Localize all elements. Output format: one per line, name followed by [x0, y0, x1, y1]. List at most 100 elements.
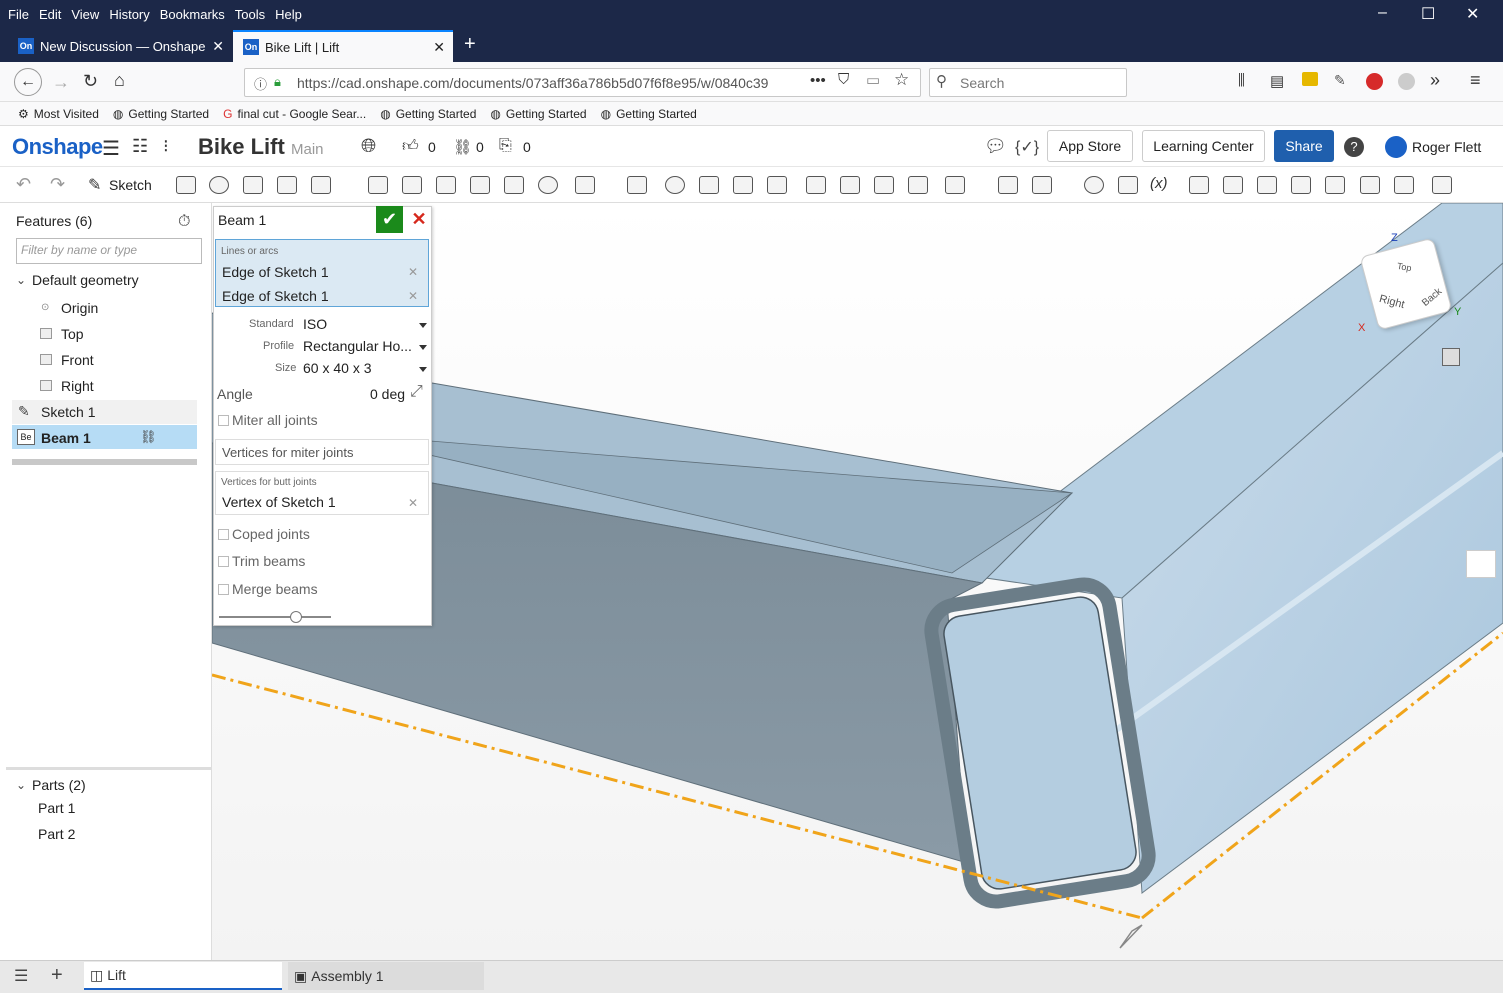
flange-tool-icon[interactable] — [1223, 176, 1243, 194]
tree-item-origin[interactable]: Origin — [61, 300, 98, 316]
mate-connector-tool-icon[interactable] — [998, 176, 1018, 194]
browser-tab-bike-lift[interactable]: On Bike Lift | Lift ✕ — [233, 30, 453, 62]
selection-item[interactable]: Edge of Sketch 1 — [222, 288, 329, 304]
document-title[interactable]: Bike Lift — [198, 134, 285, 160]
variable-tool-icon[interactable]: (x) — [1150, 175, 1168, 192]
merge-beams-checkbox[interactable] — [218, 584, 229, 595]
draft-tool-icon[interactable] — [436, 176, 456, 194]
mirror-tool-icon[interactable] — [627, 176, 647, 194]
move-face-tool-icon[interactable] — [874, 176, 894, 194]
like-icon[interactable]: 👍︎ — [402, 137, 419, 156]
onshape-logo[interactable]: Onshape — [12, 134, 103, 160]
link-icon[interactable]: ⛓ — [140, 429, 157, 445]
part-item[interactable]: Part 1 — [38, 800, 75, 816]
new-tab-icon[interactable]: + — [464, 33, 476, 56]
feature-list-icon[interactable]: ☷ — [132, 136, 148, 157]
form-tool-icon[interactable] — [1325, 176, 1345, 194]
menu-history[interactable]: History — [109, 7, 149, 22]
add-custom-tool-icon[interactable] — [1432, 176, 1452, 194]
search-input[interactable]: Search — [929, 68, 1127, 97]
profile-select[interactable]: Rectangular Ho... — [303, 338, 429, 358]
tab-tool-icon[interactable] — [1257, 176, 1277, 194]
beam-row-selected[interactable] — [12, 425, 197, 449]
extension-pen-icon[interactable]: ✎ — [1334, 72, 1346, 89]
tree-item-sketch[interactable]: Sketch 1 — [41, 404, 95, 420]
extension-red-icon[interactable] — [1366, 73, 1383, 90]
user-name[interactable]: Roger Flett — [1412, 139, 1481, 155]
overflow-icon[interactable]: » — [1430, 70, 1440, 91]
variables-icon[interactable]: {✓} — [1015, 137, 1039, 157]
pocket-icon[interactable]: ⛉ — [838, 71, 849, 88]
more-actions-icon[interactable]: ••• — [810, 72, 826, 89]
extension-icon[interactable] — [1302, 72, 1318, 86]
globe-icon[interactable]: 🌐︎ — [361, 136, 376, 158]
bookmark-google-search[interactable]: Gfinal cut - Google Sear... — [223, 107, 366, 121]
remove-selection-icon[interactable]: ✕ — [408, 265, 418, 279]
dialog-title[interactable]: Beam 1 — [218, 212, 266, 228]
remove-selection-icon[interactable]: ✕ — [408, 496, 418, 510]
info-icon[interactable]: ⓘ — [254, 74, 267, 93]
sidebar-icon[interactable]: ▤ — [1270, 72, 1284, 90]
replace-face-tool-icon[interactable] — [908, 176, 928, 194]
menu-tools[interactable]: Tools — [235, 7, 265, 22]
sheet-metal-tool-icon[interactable] — [1189, 176, 1209, 194]
bookmark-getting-started[interactable]: ◍ Getting Started — [113, 107, 209, 121]
cancel-close-icon[interactable]: ✕ — [407, 206, 431, 233]
workspace-name[interactable]: Main — [291, 141, 324, 158]
appearance-panel-icon[interactable] — [1466, 550, 1496, 578]
maximize-icon[interactable]: ☐ — [1421, 4, 1435, 24]
hem-tool-icon[interactable] — [1360, 176, 1380, 194]
tab-part-studio-lift[interactable]: ◫ Lift — [84, 962, 282, 990]
hamburger-menu-icon[interactable]: ☰ — [102, 136, 120, 161]
fit-spline-tool-icon[interactable] — [1084, 176, 1104, 194]
bookmark-getting-started[interactable]: ◍ Getting Started — [490, 107, 586, 121]
menu-edit[interactable]: Edit — [39, 7, 61, 22]
parts-header[interactable]: Parts (2) — [32, 777, 86, 793]
browser-tab-discussion[interactable]: On New Discussion — Onshape ✕ — [8, 30, 232, 62]
reader-icon[interactable]: ▭ — [866, 71, 880, 89]
share-button[interactable]: Share — [1274, 130, 1334, 162]
trim-beams-checkbox[interactable] — [218, 556, 229, 567]
add-tab-icon[interactable]: + — [51, 964, 63, 987]
tree-item-right[interactable]: Right — [61, 378, 94, 394]
redo-icon[interactable]: ↷ — [50, 174, 65, 195]
fillet-tool-icon[interactable] — [368, 176, 388, 194]
tree-item-top[interactable]: Top — [61, 326, 84, 342]
tab-assembly-1[interactable]: ▣ Assembly 1 — [288, 962, 484, 990]
menu-bookmarks[interactable]: Bookmarks — [160, 7, 225, 22]
part-item[interactable]: Part 2 — [38, 826, 75, 842]
wrap-tool-icon[interactable] — [1118, 176, 1138, 194]
bookmark-most-visited[interactable]: ⚙ Most Visited — [18, 107, 99, 121]
view-cube-menu-icon[interactable] — [1442, 348, 1460, 366]
angle-input[interactable]: 0 deg — [370, 386, 405, 402]
delete-face-tool-icon[interactable] — [840, 176, 860, 194]
loft-tool-icon[interactable] — [277, 176, 297, 194]
size-select[interactable]: 60 x 40 x 3 — [303, 360, 429, 380]
tree-item-beam[interactable]: Beam 1 — [41, 430, 91, 446]
rib-tool-icon[interactable] — [470, 176, 490, 194]
extrude-tool-icon[interactable] — [176, 176, 196, 194]
menu-file[interactable]: File — [8, 7, 29, 22]
home-icon[interactable]: ⌂ — [114, 70, 125, 91]
preview-slider-track[interactable] — [219, 616, 331, 618]
reload-icon[interactable]: ↻ — [83, 71, 98, 92]
menu-view[interactable]: View — [71, 7, 99, 22]
bend-tool-icon[interactable] — [1291, 176, 1311, 194]
transform-tool-icon[interactable] — [733, 176, 753, 194]
hole-tool-icon[interactable] — [538, 176, 558, 194]
chamfer-tool-icon[interactable] — [402, 176, 422, 194]
thicken-tool-icon[interactable] — [311, 176, 331, 194]
minimize-icon[interactable]: – — [1378, 4, 1387, 22]
helix-tool-icon[interactable] — [1032, 176, 1052, 194]
hamburger-menu-icon[interactable]: ≡ — [1470, 70, 1481, 91]
angle-direction-icon[interactable]: ⤢ — [410, 383, 423, 401]
help-icon[interactable]: ? — [1344, 137, 1364, 157]
pattern-tool-icon[interactable] — [575, 176, 595, 194]
bookmark-star-icon[interactable]: ☆ — [894, 70, 909, 90]
menu-help[interactable]: Help — [275, 7, 302, 22]
plane-tool-icon[interactable] — [945, 176, 965, 194]
feature-filter-input[interactable]: Filter by name or type — [16, 238, 202, 264]
chevron-down-icon[interactable]: ⌄ — [16, 273, 26, 287]
tab-manager-icon[interactable]: ☰ — [14, 966, 28, 986]
undo-icon[interactable]: ↶ — [16, 174, 31, 195]
